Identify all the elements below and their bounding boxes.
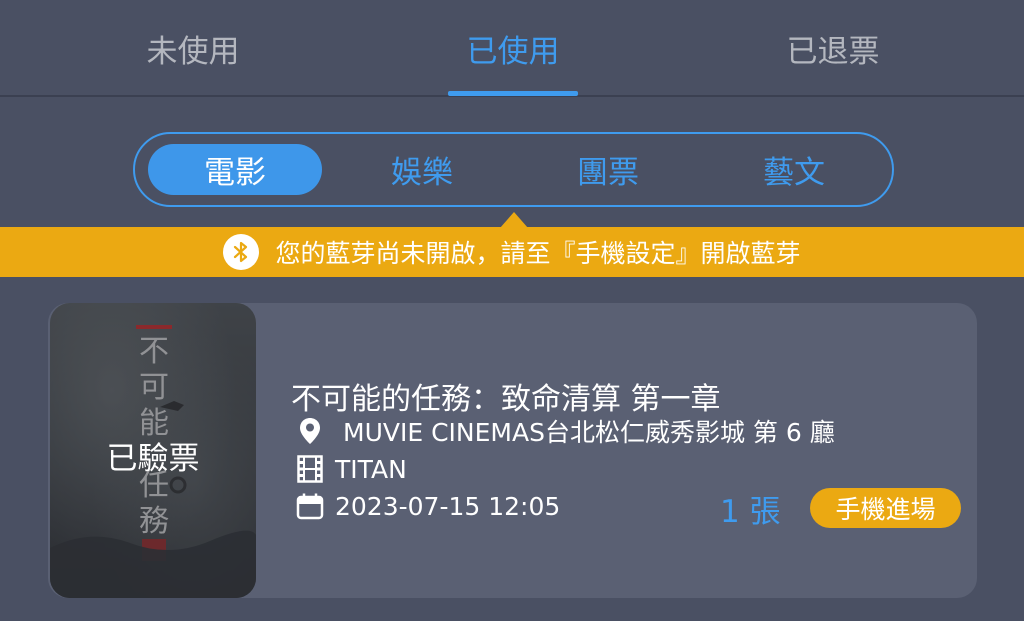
format-row: TITAN [295, 453, 407, 485]
tab-unused[interactable]: 未使用 [93, 0, 293, 97]
movie-title: 不可能的任務：致命清算 第一章 [291, 382, 721, 417]
category-selector: 電影 娛樂 團票 藝文 [133, 132, 894, 207]
bluetooth-warning-banner: 您的藍芽尚未開啟，請至『手機設定』開啟藍芽 [0, 227, 1024, 277]
datetime-row: 2023-07-15 12:05 [295, 490, 560, 522]
active-tab-indicator [448, 91, 578, 96]
bluetooth-warning-text: 您的藍芽尚未開啟，請至『手機設定』開啟藍芽 [275, 239, 801, 268]
screening-format: TITAN [335, 454, 407, 484]
ticket-count: 1 張 [720, 494, 781, 530]
calendar-icon [295, 491, 325, 521]
category-arts[interactable]: 藝文 [707, 144, 881, 195]
tab-refunded[interactable]: 已退票 [733, 0, 933, 97]
cinema-row: MUVIE CINEMAS台北松仁威秀影城 第 6 廳 [295, 415, 835, 447]
verified-stamp: 已驗票 [106, 441, 200, 477]
film-icon [295, 454, 325, 484]
mobile-entry-button[interactable]: 手機進場 [810, 488, 961, 528]
category-group-ticket[interactable]: 團票 [521, 144, 695, 195]
banner-pointer [500, 212, 528, 228]
tab-used[interactable]: 已使用 [413, 0, 613, 97]
bluetooth-icon [223, 234, 260, 270]
category-entertainment[interactable]: 娛樂 [335, 144, 509, 195]
category-movie[interactable]: 電影 [148, 144, 322, 195]
cinema-name: MUVIE CINEMAS台北松仁威秀影城 第 6 廳 [343, 418, 835, 447]
movie-poster: 不 可 能 任 務 已驗票 [50, 303, 256, 598]
showtime: 2023-07-15 12:05 [335, 491, 561, 521]
location-pin-icon [295, 416, 325, 446]
ticket-status-tabs: 未使用 已使用 已退票 [0, 0, 1024, 97]
